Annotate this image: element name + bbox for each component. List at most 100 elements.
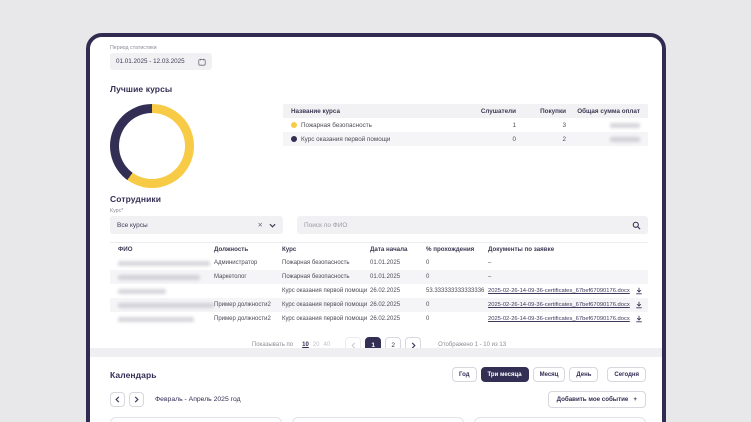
course-row: Курс оказания первой помощи 0 2 [283,132,648,146]
document-link[interactable]: 2025-02-26-14-09-36-certificates_67bef67… [488,316,630,322]
section-divider [90,348,662,357]
employee-position: Пример должности2 [214,316,271,322]
col-documents: Документы по заявке [488,246,555,253]
view-month-button[interactable]: Месяц [532,367,566,382]
download-icon[interactable] [635,315,643,323]
calendar-view-switcher: Год Три месяца Месяц День Сегодня [452,367,646,382]
employee-row: Маркетолог Пожарная безопасность 01.01.2… [110,270,648,284]
employee-row: Пример должности2 Курс оказания первой п… [110,312,648,326]
months-row: Февраль Март Апрель [110,417,646,422]
employee-progress: 0 [426,316,430,322]
course-listeners: 1 [512,121,516,129]
employee-row: Курс оказания первой помощи 26.02.2025 5… [110,284,648,298]
employee-start-date: 26.02.2025 [370,316,401,322]
calendar-prev-button[interactable] [110,392,125,407]
employee-position: Маркетолог [214,274,247,280]
courses-table: Название курса Слушатели Покупки Общая с… [283,104,648,188]
period-date-value: 01.01.2025 - 12.03.2025 [116,58,185,65]
employee-progress: 0 [426,274,430,280]
employee-progress: 53.333333333333336 [426,288,485,294]
month-card-february: Февраль [110,417,282,422]
download-icon[interactable] [635,287,643,295]
best-courses-title: Лучшие курсы [110,84,173,94]
calendar-section: Календарь Год Три месяца Месяц День Сего… [90,357,662,422]
course-purchases: 3 [562,121,566,129]
employees-filters: Все курсы ✕ [110,216,648,234]
redacted-name [118,274,200,280]
view-three-months-button[interactable]: Три месяца [480,367,529,382]
col-course-name: Название курса [291,107,340,115]
course-dot [291,122,297,128]
course-name: Курс оказания первой помощи [301,135,391,143]
employee-course: Пожарная безопасность [282,274,350,280]
courses-chart-area [110,102,283,188]
employee-progress: 0 [426,260,430,266]
chevron-down-icon [269,223,276,228]
view-year-button[interactable]: Год [452,367,477,382]
employee-start-date: 01.01.2025 [370,260,401,266]
employee-course: Курс оказания первой помощи [282,316,368,322]
document-link[interactable]: 2025-02-26-14-09-36-certificates_67bef67… [488,302,630,308]
clear-filter-icon[interactable]: ✕ [258,221,263,229]
month-card-march: Март [292,417,464,422]
col-fio: ФИО [118,246,133,253]
calendar-icon[interactable] [198,58,206,66]
add-event-label: Добавить мое событие [556,396,629,403]
stats-section: Период статистики 01.01.2025 - 12.03.202… [90,37,662,353]
employee-course: Пожарная безопасность [282,260,350,266]
employee-course: Курс оказания первой помощи [282,302,368,308]
month-card-april: Апрель [474,417,646,422]
courses-table-header: Название курса Слушатели Покупки Общая с… [283,104,648,118]
employees-table: ФИО Должность Курс Дата начала % прохожд… [110,242,648,326]
course-filter-value: Все курсы [117,221,148,229]
view-day-button[interactable]: День [569,367,599,382]
col-position: Должность [214,246,249,253]
redacted-name [118,316,194,322]
course-purchases: 2 [562,135,566,143]
employee-position: Администратор [214,260,258,266]
employee-start-date: 01.01.2025 [370,274,401,280]
today-button[interactable]: Сегодня [607,367,646,382]
search-input[interactable] [304,221,632,229]
col-total: Общая сумма оплат [577,107,640,115]
calendar-range-label: Февраль - Апрель 2025 год [155,396,241,403]
courses-donut [110,104,194,188]
period-date-input[interactable]: 01.01.2025 - 12.03.2025 [110,53,212,70]
employees-table-header: ФИО Должность Курс Дата начала % прохожд… [110,243,648,256]
col-progress: % прохождения [426,246,475,253]
employee-row: Администратор Пожарная безопасность 01.0… [110,256,648,270]
redacted-amount [610,136,640,142]
employee-row: Пример должности2 Курс оказания первой п… [110,298,648,312]
course-name: Пожарная безопасность [301,121,372,129]
employee-start-date: 26.02.2025 [370,288,401,294]
col-course: Курс [282,246,297,253]
calendar-title: Календарь [110,369,157,380]
employee-document: – [488,274,492,280]
employee-course: Курс оказания первой помощи [282,288,368,294]
employees-title: Сотрудники [110,194,162,204]
redacted-amount [610,122,640,128]
course-filter-label: Курс* [110,208,124,214]
col-start-date: Дата начала [370,246,408,253]
course-dot [291,136,297,142]
document-link[interactable]: 2025-02-26-14-09-36-certificates_67bef67… [488,288,630,294]
col-purchases: Покупки [540,107,566,115]
redacted-name [118,260,210,266]
employee-start-date: 26.02.2025 [370,302,401,308]
redacted-name [118,288,166,294]
course-row: Пожарная безопасность 1 3 [283,118,648,132]
course-listeners: 0 [512,135,516,143]
search-field[interactable] [297,216,648,234]
best-courses-block: Название курса Слушатели Покупки Общая с… [110,102,648,188]
calendar-next-button[interactable] [129,392,144,407]
plus-icon: + [633,396,637,403]
download-icon[interactable] [635,301,643,309]
employee-position: Пример должности2 [214,302,271,308]
employee-document: – [488,260,492,266]
col-listeners: Слушатели [480,107,516,115]
period-label: Период статистики [110,45,157,51]
course-filter-select[interactable]: Все курсы ✕ [110,216,283,234]
employee-progress: 0 [426,302,430,308]
search-icon[interactable] [632,221,641,230]
add-event-button[interactable]: Добавить мое событие + [547,391,646,408]
